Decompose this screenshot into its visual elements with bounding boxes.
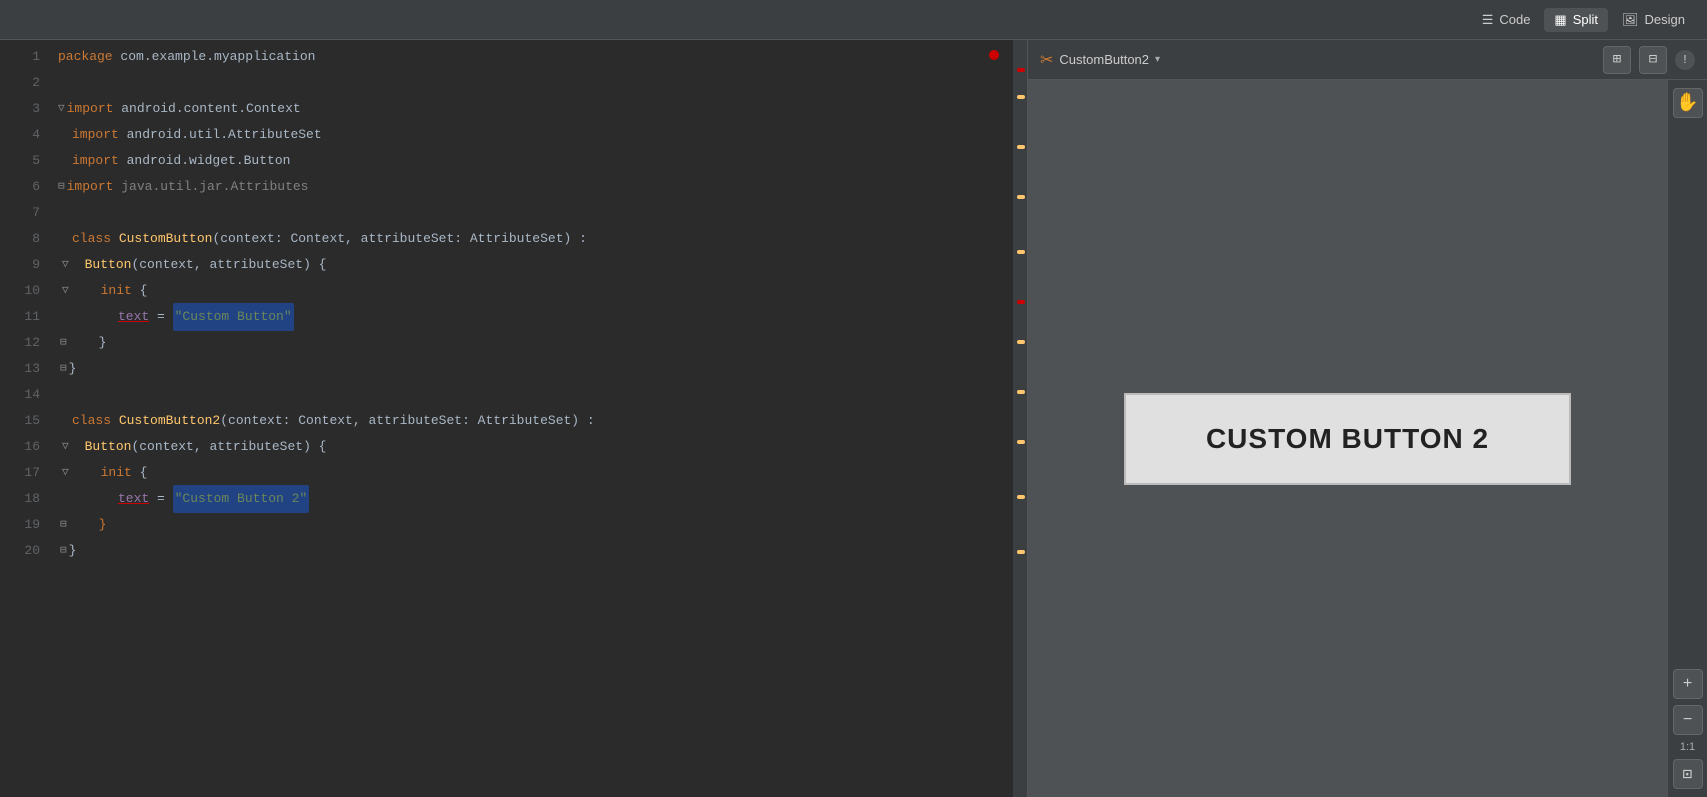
warning-circle-icon: ! bbox=[1681, 53, 1688, 67]
design-icon: 🖼 bbox=[1622, 12, 1639, 28]
right-panel: ✂ CustomButton2 ▾ ⊞ ⊟ ! CustomButton Cus… bbox=[1027, 40, 1707, 797]
warning-marker-2 bbox=[1017, 145, 1025, 149]
grid-remove-icon: ⊟ bbox=[1649, 51, 1657, 68]
top-toolbar: ☰ Code ▦ Split 🖼 Design bbox=[0, 0, 1707, 40]
grid-remove-btn[interactable]: ⊟ bbox=[1639, 46, 1667, 74]
code-line-9: ▽ Button(context, attributeSet) { bbox=[50, 252, 1013, 278]
preview-custom-button2[interactable]: CUSTOM BUTTON 2 bbox=[1124, 393, 1571, 485]
preview-area: CUSTOM BUTTON 2 ✋ + − 1:1 ⊡ bbox=[1028, 80, 1707, 797]
code-line-4: import android.util.AttributeSet bbox=[50, 122, 1013, 148]
right-toolbar: ✂ CustomButton2 ▾ ⊞ ⊟ ! bbox=[1028, 40, 1707, 80]
code-lines-icon: ☰ bbox=[1482, 12, 1494, 28]
warning-marker-1 bbox=[1017, 95, 1025, 99]
grid-add-btn[interactable]: ⊞ bbox=[1603, 46, 1631, 74]
split-icon: ▦ bbox=[1554, 12, 1566, 28]
right-side-tools: ✋ + − 1:1 ⊡ bbox=[1667, 80, 1707, 797]
warning-marker-4 bbox=[1017, 250, 1025, 254]
split-view-btn[interactable]: ▦ Split bbox=[1544, 8, 1608, 32]
code-line-3: ▽ import android.content.Context bbox=[50, 96, 1013, 122]
plus-icon: + bbox=[1683, 675, 1693, 693]
code-line-11: text = "Custom Button" bbox=[50, 304, 1013, 330]
grid-add-icon: ⊞ bbox=[1613, 51, 1621, 68]
zoom-ratio-label: 1:1 bbox=[1680, 741, 1695, 753]
error-marker bbox=[1017, 68, 1025, 72]
code-line-17: ▽ init { bbox=[50, 460, 1013, 486]
warning-btn[interactable]: ! bbox=[1675, 50, 1695, 70]
code-line-18: text = "Custom Button 2" bbox=[50, 486, 1013, 512]
code-line-7 bbox=[50, 200, 1013, 226]
design-view-btn[interactable]: 🖼 Design bbox=[1612, 8, 1695, 32]
code-view-btn[interactable]: ☰ Code bbox=[1472, 8, 1541, 32]
minus-icon: − bbox=[1683, 711, 1693, 729]
warning-marker-5 bbox=[1017, 340, 1025, 344]
code-line-19: ⊟ } bbox=[50, 512, 1013, 538]
code-scrollbar[interactable] bbox=[1013, 40, 1027, 797]
code-line-13: ⊟ } bbox=[50, 356, 1013, 382]
code-line-5: import android.widget.Button bbox=[50, 148, 1013, 174]
warning-marker-3 bbox=[1017, 195, 1025, 199]
code-line-2 bbox=[50, 70, 1013, 96]
zoom-in-btn[interactable]: + bbox=[1673, 669, 1703, 699]
frame-btn[interactable]: ⊡ bbox=[1673, 759, 1703, 789]
warning-marker-9 bbox=[1017, 550, 1025, 554]
hand-tool-btn[interactable]: ✋ bbox=[1673, 88, 1703, 118]
dropdown-arrow-icon: ▾ bbox=[1155, 54, 1160, 65]
zoom-out-btn[interactable]: − bbox=[1673, 705, 1703, 735]
error-marker-2 bbox=[1017, 300, 1025, 304]
warning-marker-8 bbox=[1017, 495, 1025, 499]
error-indicator bbox=[989, 50, 999, 60]
frame-icon: ⊡ bbox=[1683, 764, 1693, 784]
code-line-6: ⊟ import java.util.jar.Attributes bbox=[50, 174, 1013, 200]
component-selector[interactable]: ✂ CustomButton2 ▾ bbox=[1040, 50, 1160, 70]
code-line-16: ▽ Button(context, attributeSet) { bbox=[50, 434, 1013, 460]
code-content: package com.example.myapplication ▽ impo… bbox=[50, 40, 1013, 797]
wrench-icon: ✂ bbox=[1040, 50, 1053, 70]
code-line-10: ▽ init { bbox=[50, 278, 1013, 304]
warning-marker-7 bbox=[1017, 440, 1025, 444]
line-numbers: 12345 678910 1112131415 1617181920 bbox=[0, 40, 50, 797]
warning-marker-6 bbox=[1017, 390, 1025, 394]
code-line-8: class CustomButton(context: Context, att… bbox=[50, 226, 1013, 252]
code-line-20: ⊟ } bbox=[50, 538, 1013, 564]
code-line-14 bbox=[50, 382, 1013, 408]
main-content: 12345 678910 1112131415 1617181920 packa… bbox=[0, 40, 1707, 797]
code-panel: 12345 678910 1112131415 1617181920 packa… bbox=[0, 40, 1027, 797]
code-line-1: package com.example.myapplication bbox=[50, 44, 1013, 70]
code-line-12: ⊟ } bbox=[50, 330, 1013, 356]
code-line-15: class CustomButton2(context: Context, at… bbox=[50, 408, 1013, 434]
hand-icon: ✋ bbox=[1676, 92, 1698, 114]
